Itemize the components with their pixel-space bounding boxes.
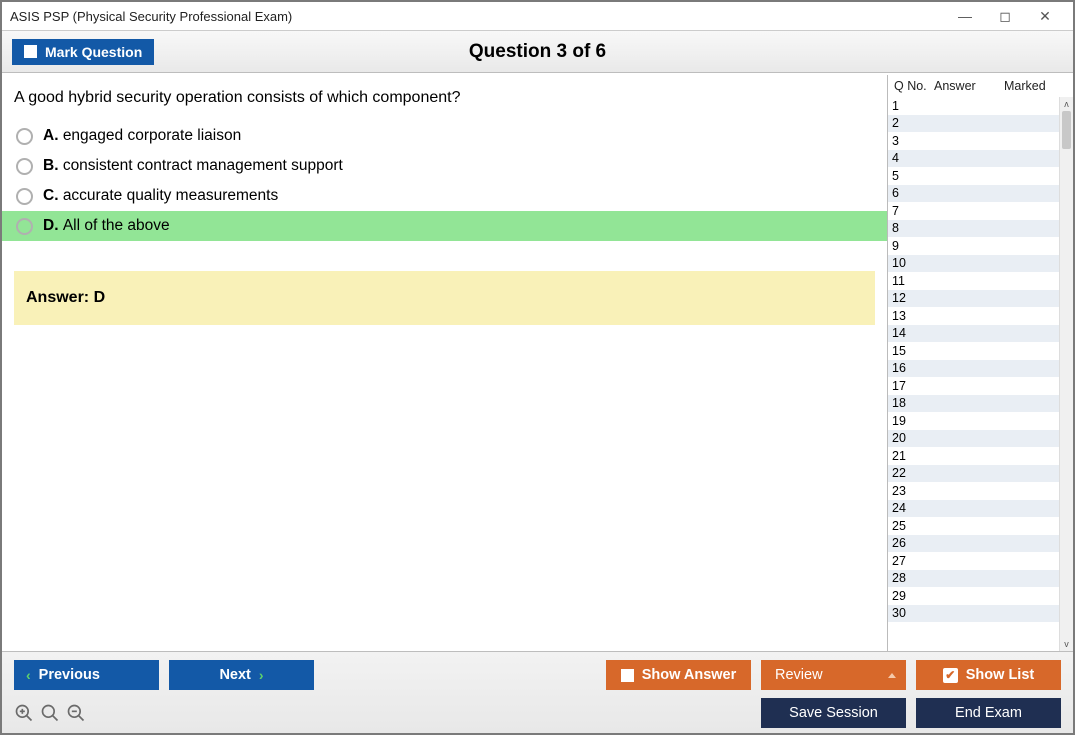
options-list: A. engaged corporate liaison B. consisten… [2,121,887,241]
end-exam-label: End Exam [955,705,1022,721]
minimize-icon[interactable]: — [945,8,985,24]
list-row[interactable]: 11 [888,272,1059,290]
main-panel: A good hybrid security operation consist… [2,73,887,651]
list-header: Q No. Answer Marked [888,75,1073,97]
close-icon[interactable]: ✕ [1025,8,1065,25]
list-row[interactable]: 15 [888,342,1059,360]
next-button[interactable]: Next › [169,660,314,690]
radio-icon [16,188,33,205]
checkbox-icon [621,669,634,682]
answer-option[interactable]: C. accurate quality measurements [2,181,887,211]
list-body: 1234567891011121314151617181920212223242… [888,97,1073,651]
scrollbar[interactable]: ʌ v [1059,97,1073,651]
list-row[interactable]: 21 [888,447,1059,465]
answer-box: Answer: D [14,271,875,325]
scroll-up-icon[interactable]: ʌ [1060,97,1073,111]
answer-label: Answer: D [26,289,105,306]
checkbox-icon [24,45,37,58]
list-row[interactable]: 26 [888,535,1059,553]
list-row[interactable]: 20 [888,430,1059,448]
col-answer: Answer [934,79,1004,93]
zoom-out-icon[interactable] [66,703,86,723]
list-row[interactable]: 29 [888,587,1059,605]
previous-label: Previous [39,667,100,683]
option-label: D. All of the above [43,217,170,235]
mark-question-button[interactable]: Mark Question [12,39,154,65]
chevron-right-icon: › [259,667,264,683]
app-window: ASIS PSP (Physical Security Professional… [0,0,1075,735]
next-label: Next [219,667,250,683]
list-row[interactable]: 24 [888,500,1059,518]
question-text: A good hybrid security operation consist… [2,83,887,121]
review-button[interactable]: Review [761,660,906,690]
list-row[interactable]: 10 [888,255,1059,273]
list-row[interactable]: 12 [888,290,1059,308]
scroll-down-icon[interactable]: v [1060,637,1073,651]
mark-question-label: Mark Question [45,44,142,60]
option-label: A. engaged corporate liaison [43,127,241,145]
review-label: Review [775,667,823,683]
answer-option[interactable]: B. consistent contract management suppor… [2,151,887,181]
answer-option[interactable]: D. All of the above [2,211,887,241]
scroll-thumb[interactable] [1062,111,1071,149]
list-row[interactable]: 2 [888,115,1059,133]
footer-bar: ‹ Previous Next › Show Answer Review ✔ S… [2,651,1073,733]
list-row[interactable]: 14 [888,325,1059,343]
show-answer-label: Show Answer [642,667,737,683]
show-answer-button[interactable]: Show Answer [606,660,751,690]
show-list-button[interactable]: ✔ Show List [916,660,1061,690]
radio-icon [16,158,33,175]
list-row[interactable]: 8 [888,220,1059,238]
chevron-up-icon [888,673,896,678]
chevron-left-icon: ‹ [26,667,31,683]
content-area: A good hybrid security operation consist… [2,73,1073,651]
list-row[interactable]: 6 [888,185,1059,203]
zoom-reset-icon[interactable] [14,703,34,723]
radio-icon [16,218,33,235]
checkbox-checked-icon: ✔ [943,668,958,683]
window-title: ASIS PSP (Physical Security Professional… [10,9,945,24]
maximize-icon[interactable]: ◻ [985,8,1025,25]
list-row[interactable]: 13 [888,307,1059,325]
list-row[interactable]: 28 [888,570,1059,588]
radio-icon [16,128,33,145]
col-qno: Q No. [890,79,934,93]
list-row[interactable]: 5 [888,167,1059,185]
save-session-label: Save Session [789,705,878,721]
list-row[interactable]: 25 [888,517,1059,535]
zoom-in-icon[interactable] [40,703,60,723]
list-row[interactable]: 27 [888,552,1059,570]
footer-row-1: ‹ Previous Next › Show Answer Review ✔ S… [14,660,1061,690]
list-row[interactable]: 22 [888,465,1059,483]
list-row[interactable]: 4 [888,150,1059,168]
list-row[interactable]: 23 [888,482,1059,500]
list-row[interactable]: 16 [888,360,1059,378]
header-bar: Mark Question Question 3 of 6 [2,31,1073,73]
list-row[interactable]: 19 [888,412,1059,430]
save-session-button[interactable]: Save Session [761,698,906,728]
title-bar: ASIS PSP (Physical Security Professional… [2,2,1073,31]
show-list-label: Show List [966,667,1034,683]
previous-button[interactable]: ‹ Previous [14,660,159,690]
list-row[interactable]: 18 [888,395,1059,413]
zoom-controls [14,703,86,723]
col-marked: Marked [1004,79,1071,93]
option-label: C. accurate quality measurements [43,187,278,205]
answer-option[interactable]: A. engaged corporate liaison [2,121,887,151]
list-row[interactable]: 3 [888,132,1059,150]
footer-row-2: Save Session End Exam [14,698,1061,728]
list-row[interactable]: 9 [888,237,1059,255]
list-row[interactable]: 17 [888,377,1059,395]
list-row[interactable]: 1 [888,97,1059,115]
list-row[interactable]: 30 [888,605,1059,623]
list-row[interactable]: 7 [888,202,1059,220]
end-exam-button[interactable]: End Exam [916,698,1061,728]
option-label: B. consistent contract management suppor… [43,157,343,175]
question-counter: Question 3 of 6 [2,41,1073,63]
question-list-panel: Q No. Answer Marked 12345678910111213141… [887,75,1073,651]
